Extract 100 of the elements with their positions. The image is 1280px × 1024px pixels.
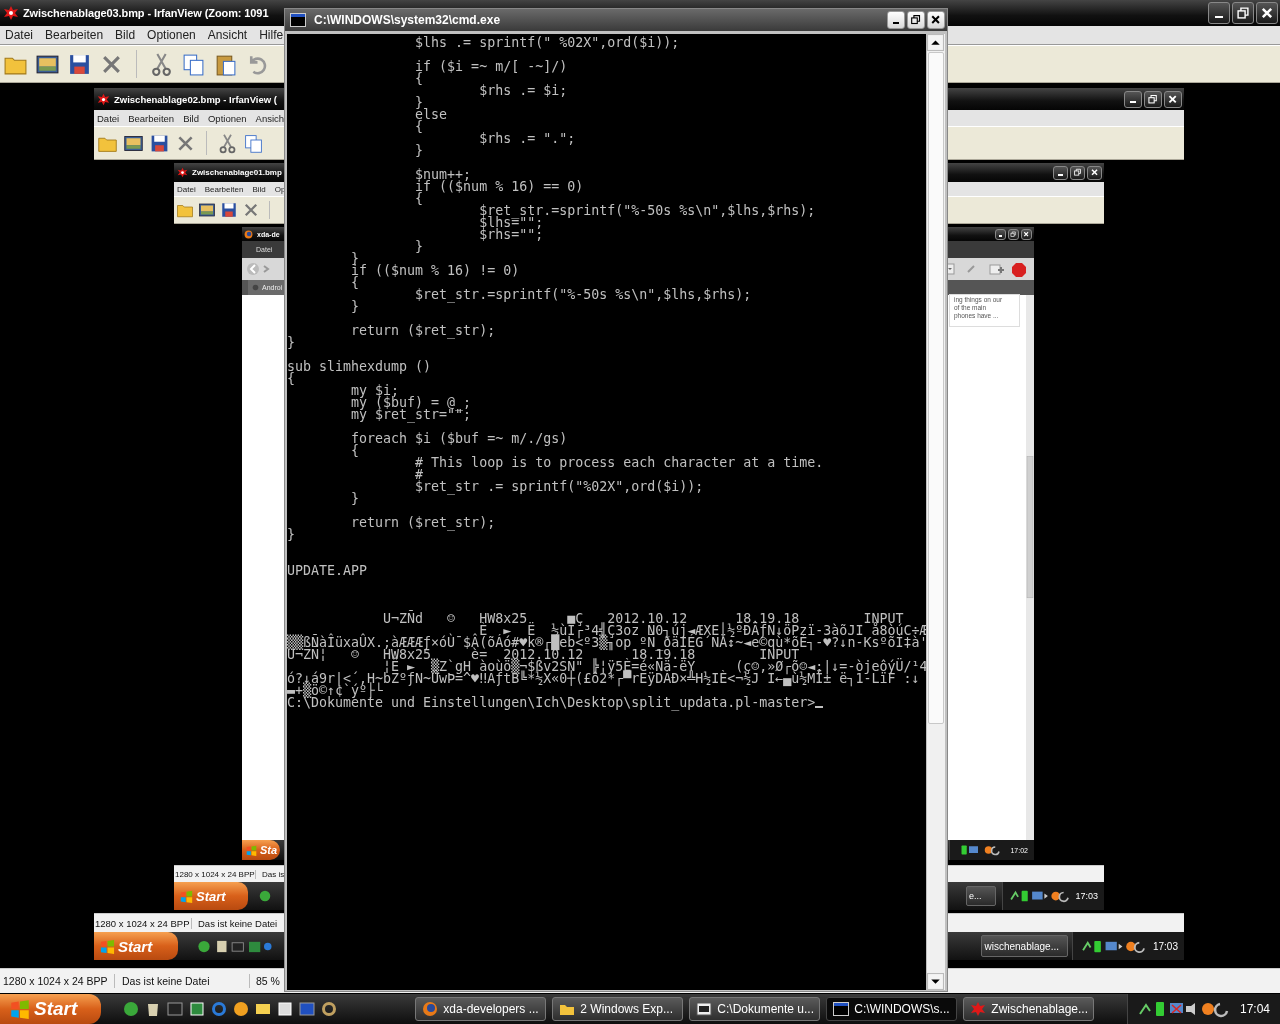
menu-item[interactable]: Datei (97, 112, 120, 124)
minimize-icon (998, 234, 1003, 237)
status-text: 1280 x 1024 x 24 BPP (94, 917, 192, 929)
menu-item[interactable]: Bild (115, 28, 136, 42)
text-cursor (815, 706, 824, 708)
splash-icon (3, 5, 19, 21)
close-icon (1023, 230, 1030, 238)
copy-icon[interactable] (243, 132, 264, 154)
restore-icon (910, 14, 922, 26)
clock: 17:04 (1239, 1002, 1270, 1016)
square-icon[interactable] (299, 1001, 316, 1017)
quick-launch-icons-drawing (257, 889, 272, 903)
console-line: $ret_str.=sprintf("%-50s %s\n",$lhs,$rhs); (414, 289, 752, 301)
console-line: foreach $i ($buf =~ m/./gs) (350, 433, 568, 445)
console-line: my $ret_str=""; (350, 409, 472, 421)
start-button[interactable]: Start (0, 994, 102, 1024)
splash-icon (97, 92, 110, 106)
menu-item[interactable]: Ansicht (207, 28, 248, 42)
circle-icon[interactable] (123, 1001, 140, 1017)
taskbar-button[interactable]: wischenablage... (981, 935, 1068, 957)
minimize-button[interactable] (887, 11, 905, 29)
console-line: } (414, 241, 424, 253)
restore-button[interactable] (1232, 2, 1254, 24)
console-icon (833, 1001, 850, 1017)
console-line: $rhs .= "."; (478, 133, 576, 145)
minimize-icon (1129, 101, 1137, 104)
minimize-icon (1057, 174, 1064, 177)
restore-icon (1010, 230, 1017, 238)
clock: 17:03 (1152, 940, 1178, 952)
dot-icon (252, 284, 259, 291)
splash-icon (177, 167, 188, 178)
menu-item[interactable]: Ansich (255, 112, 285, 124)
console-line: $rhs .= $i; (478, 85, 568, 97)
menu-item[interactable]: Optionen (208, 112, 247, 124)
minimize-button[interactable] (1124, 90, 1142, 108)
console-line: UPDATE.APP (287, 565, 368, 577)
taskbar-button[interactable]: 2 Windows Exp... (552, 997, 684, 1021)
restore-button[interactable] (907, 11, 925, 29)
taskbar-button[interactable]: C:\Dokumente u... (689, 997, 821, 1021)
menu-item[interactable]: Optionen (147, 28, 196, 42)
menu-item[interactable]: Hilfe (259, 28, 284, 42)
menu-item[interactable]: Bearbeiten (128, 112, 175, 124)
console-line: } (350, 493, 360, 505)
console-line: else (414, 109, 448, 121)
clock: 17:03 (1075, 891, 1098, 901)
window-title: Zwischenablage03.bmp - IrfanView (Zoom: 1091 (23, 7, 269, 19)
monitor-icon[interactable] (167, 1001, 184, 1017)
scrollbar[interactable] (927, 34, 945, 990)
console-line: } (350, 301, 360, 313)
copy-icon[interactable] (181, 51, 206, 77)
minimize-button[interactable] (1208, 2, 1230, 24)
restore-icon (1072, 168, 1083, 177)
menu-item[interactable]: Bearbeiten (45, 28, 104, 42)
scroll-thumb[interactable] (928, 52, 944, 724)
taskbar-button[interactable]: xda-developers ... (415, 997, 547, 1021)
picture-icon[interactable] (198, 201, 216, 219)
restore-button[interactable] (1008, 228, 1019, 240)
delete-icon[interactable] (242, 201, 260, 219)
spreadsheet-icon[interactable] (189, 1001, 206, 1017)
restore-button[interactable] (1144, 90, 1162, 108)
close-button[interactable] (1087, 165, 1102, 180)
windows-logo-icon (180, 889, 193, 903)
cut-icon[interactable] (217, 132, 238, 154)
taskbar-button[interactable]: Zwischenablage... (963, 997, 1095, 1021)
cut-icon[interactable] (149, 51, 174, 77)
console-line: $lhs=""; (478, 217, 544, 229)
close-button[interactable] (1021, 228, 1032, 240)
close-button[interactable] (927, 11, 945, 29)
console-line: $lhs .= sprintf(" %02X",ord($i)); (414, 37, 680, 49)
start-button[interactable]: Start (174, 882, 248, 910)
close-button[interactable] (1164, 90, 1182, 108)
windows-logo-icon (100, 938, 115, 954)
status-text: Das ist keine Datei (197, 917, 278, 929)
minimize-button[interactable] (1053, 165, 1068, 180)
close-button[interactable] (1256, 2, 1278, 24)
window-title: Zwischenablage01.bmp (192, 168, 282, 177)
menu-item[interactable]: Bild (183, 112, 199, 124)
save-icon[interactable] (220, 201, 238, 219)
taskbar-button[interactable]: e... (965, 886, 997, 906)
command-prompt: C:\Dokumente und Einstellungen\Ich\Desktop\split_updata.pl-master> (287, 697, 816, 709)
console-line: # This loop is to process each character at a time. (414, 457, 824, 469)
restore-button[interactable] (1070, 165, 1085, 180)
start-button[interactable]: Start (94, 932, 179, 960)
console-line: { (350, 277, 360, 289)
start-button[interactable]: Sta (242, 840, 281, 860)
menu-item[interactable]: Bearbeiten (204, 184, 244, 194)
console-line: my $i; (350, 385, 400, 397)
splash-icon (970, 1001, 987, 1017)
console-line: my ($buf) = @_; (350, 397, 472, 409)
console-line: if (($num % 16) != 0) (350, 265, 520, 277)
console-line: sub slimhexdump () (287, 361, 432, 373)
console-line: { (287, 373, 295, 385)
console-line: { (414, 193, 424, 205)
menu-item[interactable]: Bild (252, 184, 266, 194)
minimize-button[interactable] (995, 228, 1006, 240)
menu-item[interactable]: Datei (5, 28, 33, 42)
taskbar-button[interactable]: C:\WINDOWS\s... (826, 997, 958, 1021)
menu-item[interactable]: Datei (177, 184, 196, 194)
console-line: } (287, 337, 295, 349)
console-line: $num++; (414, 169, 472, 181)
